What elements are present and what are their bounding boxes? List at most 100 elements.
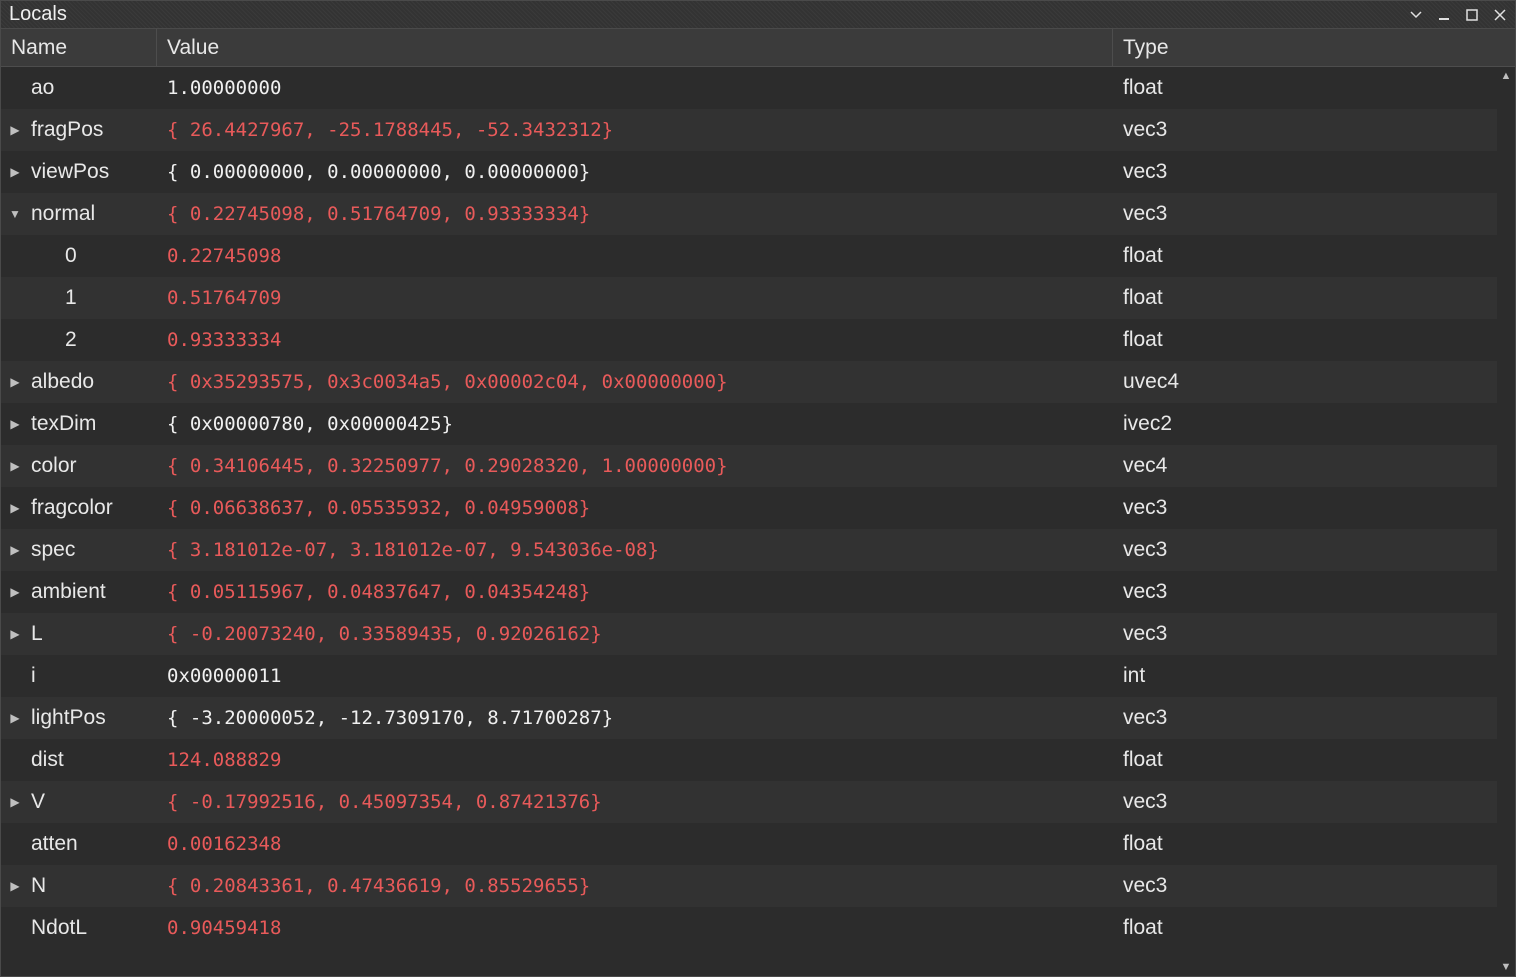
- cell-name: NdotL: [1, 907, 157, 949]
- variable-type: float: [1113, 823, 1515, 865]
- scroll-up-icon[interactable]: ▲: [1497, 67, 1515, 85]
- variable-name: fragcolor: [31, 496, 113, 520]
- cell-name: ▶viewPos: [1, 151, 157, 193]
- variable-value: { 0.05115967, 0.04837647, 0.04354248}: [157, 571, 1113, 613]
- vertical-scrollbar[interactable]: ▲ ▼: [1497, 67, 1515, 976]
- header-name[interactable]: Name: [1, 29, 157, 66]
- cell-name: ▶fragPos: [1, 109, 157, 151]
- variable-type: float: [1113, 235, 1515, 277]
- variable-name: N: [31, 874, 46, 898]
- variable-type: vec3: [1113, 865, 1515, 907]
- variable-type: vec3: [1113, 151, 1515, 193]
- cell-name: dist: [1, 739, 157, 781]
- rows-container: ao1.00000000float▶fragPos{ 26.4427967, -…: [1, 67, 1515, 976]
- variable-value: { -0.20073240, 0.33589435, 0.92026162}: [157, 613, 1113, 655]
- table-row[interactable]: i 0x00000011int: [1, 655, 1515, 697]
- variable-value: 0.22745098: [157, 235, 1113, 277]
- table-row[interactable]: ▶ lightPos { -3.20000052, -12.7309170, 8.7…: [1, 697, 1515, 739]
- variable-type: vec3: [1113, 109, 1515, 151]
- locals-panel: Locals Name Value Type ao1.00000000float…: [0, 0, 1516, 977]
- table-row[interactable]: dist124.088829float: [1, 739, 1515, 781]
- cell-name: ▶color: [1, 445, 157, 487]
- variable-type: vec3: [1113, 781, 1515, 823]
- panel-title: Locals: [9, 3, 67, 26]
- variable-value: { 0x35293575, 0x3c0034a5, 0x00002c04, 0x…: [157, 361, 1113, 403]
- table-row[interactable]: NdotL0.90459418float: [1, 907, 1515, 949]
- variable-value: 0x00000011: [157, 655, 1113, 697]
- expand-collapsed-icon[interactable]: ▶: [7, 459, 23, 473]
- table-row[interactable]: ▶L{ -0.20073240, 0.33589435, 0.92026162}…: [1, 613, 1515, 655]
- header-value[interactable]: Value: [157, 29, 1113, 66]
- variable-type: uvec4: [1113, 361, 1515, 403]
- variable-name: dist: [31, 748, 64, 772]
- header-type[interactable]: Type: [1113, 29, 1515, 66]
- cell-name: ▶spec: [1, 529, 157, 571]
- cell-name: ▼ normal: [1, 193, 157, 235]
- table-row[interactable]: 10.51764709float: [1, 277, 1515, 319]
- cell-name: atten: [1, 823, 157, 865]
- cell-name: ▶ ambient: [1, 571, 157, 613]
- variable-type: float: [1113, 277, 1515, 319]
- cell-name: i: [1, 655, 157, 697]
- table-row[interactable]: 20.93333334float: [1, 319, 1515, 361]
- variable-name: i: [31, 664, 36, 688]
- titlebar[interactable]: Locals: [1, 1, 1515, 29]
- variable-name: 0: [65, 244, 77, 268]
- variable-type: float: [1113, 907, 1515, 949]
- variable-name: albedo: [31, 370, 94, 394]
- table-row[interactable]: ▶texDim{ 0x00000780, 0x00000425}ivec2: [1, 403, 1515, 445]
- minimize-icon[interactable]: [1437, 8, 1451, 22]
- variable-name: ambient: [31, 580, 106, 604]
- expand-collapsed-icon[interactable]: ▶: [7, 711, 23, 725]
- variable-value: { -3.20000052, -12.7309170, 8.71700287}: [157, 697, 1113, 739]
- table-row[interactable]: ▼normal{ 0.22745098, 0.51764709, 0.93333…: [1, 193, 1515, 235]
- variable-value: { 0.34106445, 0.32250977, 0.29028320, 1.…: [157, 445, 1113, 487]
- table-row[interactable]: ▶viewPos{ 0.00000000, 0.00000000, 0.0000…: [1, 151, 1515, 193]
- variable-value: { 26.4427967, -25.1788445, -52.3432312}: [157, 109, 1113, 151]
- variable-value: { 0.06638637, 0.05535932, 0.04959008}: [157, 487, 1113, 529]
- cell-name: ▶ lightPos: [1, 697, 157, 739]
- table-row[interactable]: ▶V{ -0.17992516, 0.45097354, 0.87421376}…: [1, 781, 1515, 823]
- variable-type: float: [1113, 67, 1515, 109]
- dock-icon[interactable]: [1409, 8, 1423, 22]
- variable-name: normal: [31, 202, 95, 226]
- table-row[interactable]: ▶ fragcolor { 0.06638637, 0.05535932, 0.04…: [1, 487, 1515, 529]
- close-icon[interactable]: [1493, 8, 1507, 22]
- expand-collapsed-icon[interactable]: ▶: [7, 165, 23, 179]
- expand-collapsed-icon[interactable]: ▶: [7, 879, 23, 893]
- cell-name: ao: [1, 67, 157, 109]
- expand-collapsed-icon[interactable]: ▶: [7, 375, 23, 389]
- variable-value: 124.088829: [157, 739, 1113, 781]
- cell-name: 1: [1, 277, 157, 319]
- table-row[interactable]: atten0.00162348float: [1, 823, 1515, 865]
- expand-collapsed-icon[interactable]: ▶: [7, 627, 23, 641]
- table-row[interactable]: ▶ ambient { 0.05115967, 0.04837647, 0.0435…: [1, 571, 1515, 613]
- table-row[interactable]: 0 0.22745098float: [1, 235, 1515, 277]
- expand-collapsed-icon[interactable]: ▶: [7, 585, 23, 599]
- table-row[interactable]: ▶fragPos{ 26.4427967, -25.1788445, -52.3…: [1, 109, 1515, 151]
- maximize-icon[interactable]: [1465, 8, 1479, 22]
- scroll-down-icon[interactable]: ▼: [1497, 958, 1515, 976]
- expand-collapsed-icon[interactable]: ▶: [7, 795, 23, 809]
- table-row[interactable]: ▶N{ 0.20843361, 0.47436619, 0.85529655}v…: [1, 865, 1515, 907]
- expand-collapsed-icon[interactable]: ▶: [7, 417, 23, 431]
- window-controls: [1409, 8, 1507, 22]
- table-row[interactable]: ▶spec{ 3.181012e-07, 3.181012e-07, 9.543…: [1, 529, 1515, 571]
- expand-expanded-icon[interactable]: ▼: [7, 207, 23, 221]
- variable-value: 0.00162348: [157, 823, 1113, 865]
- variable-value: { 0.00000000, 0.00000000, 0.00000000}: [157, 151, 1113, 193]
- cell-name: ▶N: [1, 865, 157, 907]
- variable-name: lightPos: [31, 706, 106, 730]
- variable-type: int: [1113, 655, 1515, 697]
- expand-collapsed-icon[interactable]: ▶: [7, 501, 23, 515]
- cell-name: 0: [1, 235, 157, 277]
- variable-type: vec3: [1113, 613, 1515, 655]
- variable-value: { 0x00000780, 0x00000425}: [157, 403, 1113, 445]
- expand-collapsed-icon[interactable]: ▶: [7, 543, 23, 557]
- expand-collapsed-icon[interactable]: ▶: [7, 123, 23, 137]
- variable-type: vec3: [1113, 571, 1515, 613]
- column-headers: Name Value Type: [1, 29, 1515, 67]
- table-row[interactable]: ▶color{ 0.34106445, 0.32250977, 0.290283…: [1, 445, 1515, 487]
- table-row[interactable]: ao1.00000000float: [1, 67, 1515, 109]
- table-row[interactable]: ▶ albedo { 0x35293575, 0x3c0034a5, 0x00002…: [1, 361, 1515, 403]
